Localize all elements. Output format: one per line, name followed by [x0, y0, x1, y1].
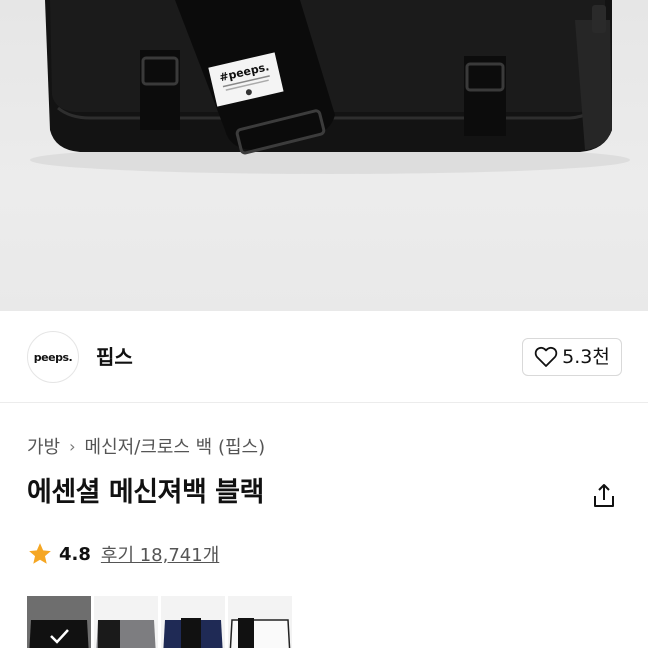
- rating-row: 4.8 후기 18,741개: [27, 540, 219, 568]
- breadcrumb: 가방 › 메신저/크로스 백 (핍스): [27, 433, 266, 459]
- breadcrumb-item-category[interactable]: 가방: [27, 433, 60, 459]
- like-count: 5.3천: [562, 346, 610, 368]
- brand-logo[interactable]: peeps.: [27, 331, 79, 383]
- star-icon: [29, 543, 51, 564]
- brand-logo-text: peeps.: [33, 350, 73, 364]
- chevron-right-icon: ›: [69, 436, 76, 456]
- breadcrumb-item-subcategory[interactable]: 메신저/크로스 백 (핍스): [85, 433, 266, 459]
- swatch-gray[interactable]: [94, 596, 158, 648]
- swatch-navy[interactable]: [161, 596, 225, 648]
- brand-row: peeps. 핍스 5.3천: [0, 311, 648, 403]
- brand-name[interactable]: 핍스: [96, 344, 133, 370]
- product-title: 에센셜 메신져백 블랙: [27, 477, 264, 508]
- reviews-link[interactable]: 후기 18,741개: [101, 541, 219, 567]
- rating-score: 4.8: [59, 543, 91, 565]
- share-icon[interactable]: [590, 482, 618, 510]
- color-swatches: [27, 596, 292, 648]
- like-button[interactable]: 5.3천: [522, 338, 622, 376]
- swatch-black[interactable]: [27, 596, 91, 648]
- heart-icon: [534, 346, 558, 367]
- product-image[interactable]: #peeps.: [0, 0, 648, 311]
- swatch-white[interactable]: [228, 596, 292, 648]
- messenger-bag-illustration: #peeps.: [30, 0, 630, 174]
